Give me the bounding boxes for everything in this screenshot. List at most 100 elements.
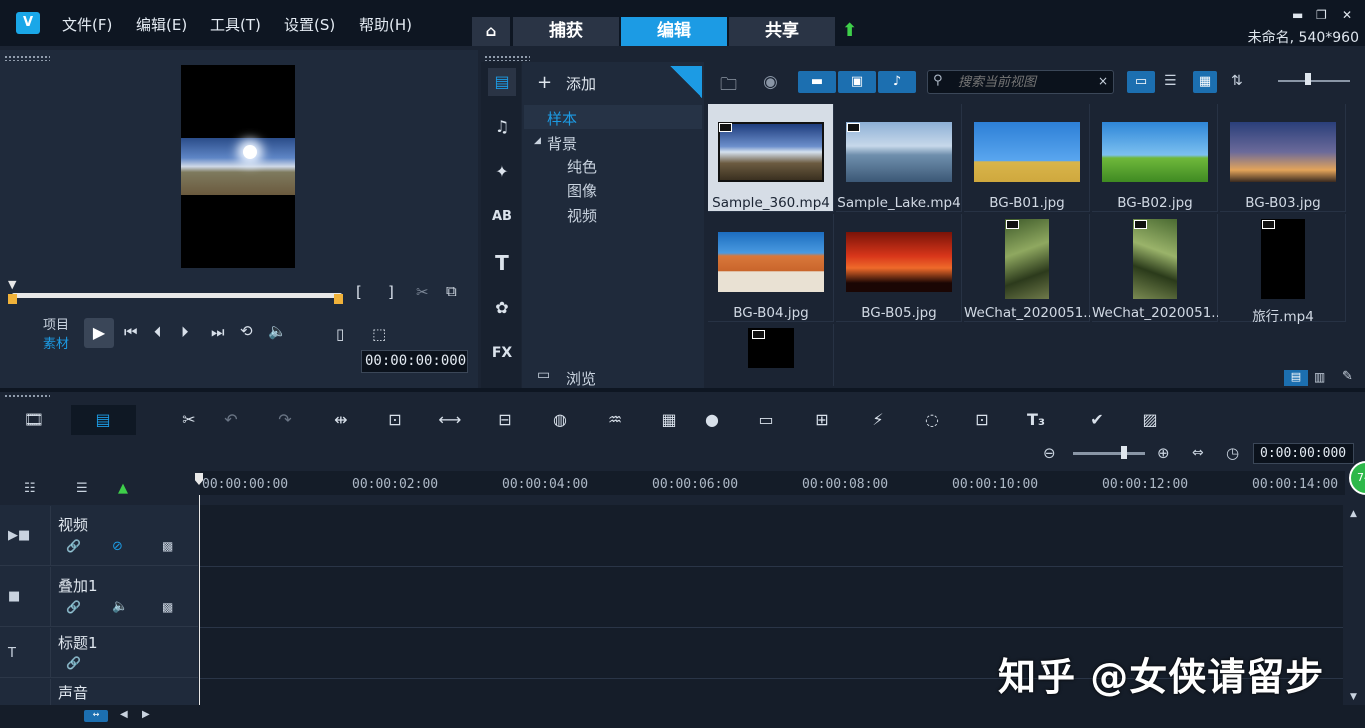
- track-audio[interactable]: 声音: [0, 679, 198, 705]
- volume-icon[interactable]: 🔈: [112, 599, 128, 614]
- link-icon[interactable]: 🔗: [66, 600, 81, 614]
- color-icon[interactable]: ◍: [548, 410, 572, 430]
- thumb-item[interactable]: BG-B05.jpg: [836, 214, 962, 322]
- timeline-timecode[interactable]: 0:00:00:000: [1253, 443, 1354, 464]
- scroll-down-icon[interactable]: ▼: [1350, 692, 1357, 702]
- zoom-out-icon[interactable]: ⊖: [1043, 444, 1056, 462]
- minimize-button[interactable]: ▬: [1292, 8, 1303, 22]
- split-clip-icon[interactable]: ⟷: [438, 410, 462, 430]
- track-manager-icon[interactable]: ☷: [24, 481, 36, 496]
- track-overlay[interactable]: ■ 叠加1 🔗 🔈 ▩: [0, 567, 198, 627]
- mask-icon[interactable]: ●: [700, 410, 724, 430]
- scroll-right-icon[interactable]: ▶: [142, 709, 150, 720]
- aspect-icon[interactable]: ▯: [336, 325, 344, 343]
- library-grip[interactable]: [484, 55, 530, 61]
- thumb-item[interactable]: Sample_Lake.mp4: [836, 104, 962, 212]
- menu-edit[interactable]: 编辑(E): [136, 14, 187, 35]
- thumb-item[interactable]: WeChat_2020051...: [1092, 214, 1218, 322]
- prev-frame-icon[interactable]: ⏴: [154, 323, 162, 341]
- tab-share[interactable]: 共享: [729, 17, 835, 46]
- scrubber-handle-icon[interactable]: ▼: [8, 278, 16, 291]
- close-button[interactable]: ✕: [1342, 8, 1352, 22]
- thumb-item[interactable]: BG-B02.jpg: [1092, 104, 1218, 212]
- sort-icon[interactable]: ⇅: [1231, 73, 1243, 89]
- thumb-item[interactable]: WeChat_2020051...: [964, 214, 1090, 322]
- go-start-icon[interactable]: ⏮: [124, 323, 138, 341]
- tab-capture[interactable]: 捕获: [513, 17, 619, 46]
- scroll-left-icon[interactable]: ◀: [120, 709, 128, 720]
- split-icon[interactable]: ✂: [416, 283, 429, 301]
- menu-help[interactable]: 帮助(H): [359, 14, 412, 35]
- thumb-size-handle[interactable]: [1305, 73, 1311, 85]
- preview-timecode[interactable]: 00:00:00:000: [361, 350, 468, 373]
- 3d-title-icon[interactable]: T₃: [1024, 410, 1048, 430]
- thumb-item[interactable]: 旅行.mp4: [1220, 214, 1346, 325]
- fx-icon[interactable]: FX: [488, 339, 516, 367]
- thumb-size-slider[interactable]: [1278, 80, 1350, 82]
- track-grid-icon[interactable]: ▩: [162, 600, 173, 614]
- panel-grip[interactable]: [4, 55, 50, 61]
- view-details-icon[interactable]: ☰: [1164, 73, 1177, 89]
- capture-icon[interactable]: ◉: [763, 72, 778, 92]
- tree-item-solid[interactable]: 纯色: [567, 156, 597, 177]
- thumb-item[interactable]: BG-B01.jpg: [964, 104, 1090, 212]
- title-library-icon[interactable]: AB: [488, 203, 516, 231]
- library-dual-icon[interactable]: ▥: [1314, 370, 1325, 384]
- tools-icon[interactable]: ✂: [177, 410, 201, 430]
- repeat-icon[interactable]: ⟲: [240, 322, 253, 340]
- scrubber-bar[interactable]: [12, 293, 342, 298]
- zoom-in-icon[interactable]: ⊕: [1157, 444, 1170, 462]
- scroll-up-icon[interactable]: ▲: [1350, 509, 1357, 519]
- browse-button[interactable]: 浏览: [566, 368, 596, 389]
- mode-project[interactable]: 项目: [43, 314, 69, 333]
- undo-icon[interactable]: ↶: [219, 410, 243, 430]
- mark-icon[interactable]: ✔: [1085, 410, 1109, 430]
- track-scroll-icon[interactable]: ↔: [84, 710, 108, 722]
- show-photo-icon[interactable]: ▣: [838, 71, 876, 93]
- audio-library-icon[interactable]: ♫: [488, 113, 516, 141]
- multicam-icon[interactable]: ▦: [657, 410, 681, 430]
- motion-icon[interactable]: ⚡: [866, 410, 890, 430]
- show-video-icon[interactable]: ▬: [798, 71, 836, 93]
- link-icon[interactable]: 🔗: [66, 656, 81, 670]
- ripple-icon[interactable]: ⊡: [383, 410, 407, 430]
- mark-in-button[interactable]: [: [356, 283, 362, 301]
- timeline-scrollbar[interactable]: [1345, 505, 1365, 705]
- browse-icon[interactable]: ▭: [537, 367, 550, 383]
- restore-button[interactable]: ❐: [1316, 8, 1327, 22]
- fit-icon[interactable]: ⇹: [329, 410, 353, 430]
- add-icon[interactable]: +: [537, 72, 552, 93]
- go-end-icon[interactable]: ⏭: [211, 323, 225, 341]
- link-icon[interactable]: 🔗: [66, 539, 81, 553]
- library-view-icon[interactable]: ▤: [1284, 370, 1308, 386]
- library-edit-icon[interactable]: ✎: [1342, 369, 1353, 384]
- graphics-icon[interactable]: ✿: [488, 294, 516, 322]
- menu-file[interactable]: 文件(F): [62, 14, 112, 35]
- pin-icon[interactable]: [670, 66, 702, 98]
- clear-search-icon[interactable]: ×: [1098, 74, 1108, 88]
- menu-settings[interactable]: 设置(S): [284, 14, 335, 35]
- split-screen-icon[interactable]: ⊞: [810, 410, 834, 430]
- track-video[interactable]: ▶■ 视频 🔗 ⊘ ▩: [0, 506, 198, 566]
- fit-project-icon[interactable]: ⇔: [1192, 445, 1204, 461]
- mode-clip[interactable]: 素材: [43, 333, 69, 352]
- trim-icon[interactable]: ⊟: [493, 410, 517, 430]
- import-folder-icon[interactable]: 🗀: [720, 72, 737, 101]
- thumb-item[interactable]: BG-B04.jpg: [708, 214, 834, 322]
- path-icon[interactable]: ◌: [920, 410, 944, 430]
- add-button[interactable]: 添加: [566, 73, 596, 94]
- volume-icon[interactable]: 🔈: [268, 322, 287, 340]
- mute-icon[interactable]: ⊘: [112, 539, 123, 554]
- tab-edit[interactable]: 编辑: [621, 17, 727, 46]
- zoom-slider[interactable]: [1073, 452, 1145, 455]
- view-grid-icon[interactable]: ▦: [1193, 71, 1217, 93]
- tree-item-image[interactable]: 图像: [567, 180, 597, 201]
- subtitle-icon[interactable]: ▭: [754, 410, 778, 430]
- next-frame-icon[interactable]: ⏵: [181, 323, 189, 341]
- track-grid-icon[interactable]: ▩: [162, 539, 173, 553]
- add-track-icon[interactable]: ☰: [76, 481, 88, 496]
- chapter-marker-icon[interactable]: ▲: [118, 481, 128, 496]
- audio-wave-icon[interactable]: ♒: [603, 410, 627, 430]
- media-library-icon[interactable]: ▤: [488, 68, 516, 96]
- show-audio-icon[interactable]: ♪: [878, 71, 916, 93]
